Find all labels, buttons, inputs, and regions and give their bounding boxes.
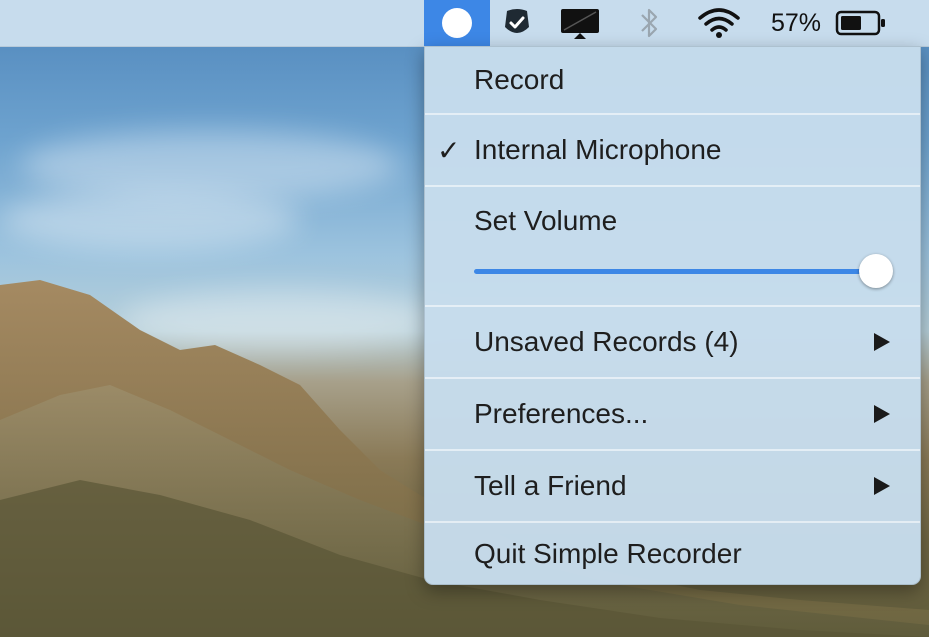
menu-item-quit[interactable]: Quit Simple Recorder	[425, 523, 920, 585]
menu-item-label: Set Volume	[474, 205, 618, 236]
bluetooth-icon	[641, 8, 658, 38]
battery-percent-text: 57%	[770, 8, 822, 37]
wifi-icon	[698, 8, 740, 38]
menu-bar: 57%	[0, 0, 929, 47]
menu-item-label: Record	[474, 64, 565, 95]
simple-recorder-menu-extra[interactable]	[424, 0, 490, 46]
display-icon	[561, 9, 599, 39]
battery-percentage[interactable]: 57%	[764, 0, 828, 46]
simple-recorder-menu: Record ✓ Internal Microphone Set Volume …	[424, 46, 921, 585]
menu-item-set-volume: Set Volume	[425, 189, 920, 253]
desktop: 57% Record ✓ Internal Microphone Set Vol…	[0, 0, 929, 637]
status-item-display[interactable]	[557, 0, 603, 46]
menu-item-label: Internal Microphone	[474, 134, 722, 165]
menu-item-label: Preferences...	[474, 398, 649, 429]
menu-item-preferences[interactable]: Preferences...	[425, 379, 920, 449]
checkmark-shield-icon	[505, 9, 529, 33]
battery-icon	[835, 10, 885, 36]
status-item-bluetooth[interactable]	[633, 0, 665, 46]
submenu-arrow-icon	[874, 333, 890, 351]
menu-item-unsaved-records[interactable]: Unsaved Records (4)	[425, 307, 920, 377]
menu-item-internal-microphone[interactable]: ✓ Internal Microphone	[425, 115, 920, 185]
menu-item-label: Unsaved Records (4)	[474, 326, 739, 357]
status-item-battery[interactable]	[834, 0, 888, 46]
submenu-arrow-icon	[874, 405, 890, 423]
status-item-wifi[interactable]	[694, 0, 744, 46]
menu-item-label: Tell a Friend	[474, 470, 627, 501]
submenu-arrow-icon	[874, 477, 890, 495]
menu-item-record[interactable]: Record	[425, 47, 920, 113]
volume-slider-track[interactable]	[474, 269, 876, 274]
checkmark-icon: ✓	[437, 134, 461, 166]
volume-slider-knob[interactable]	[859, 254, 893, 288]
menu-item-tell-a-friend[interactable]: Tell a Friend	[425, 451, 920, 521]
simple-recorder-icon	[442, 8, 472, 38]
menu-separator	[425, 185, 920, 187]
status-item-shield[interactable]	[497, 0, 537, 46]
menu-item-label: Quit Simple Recorder	[474, 538, 742, 569]
